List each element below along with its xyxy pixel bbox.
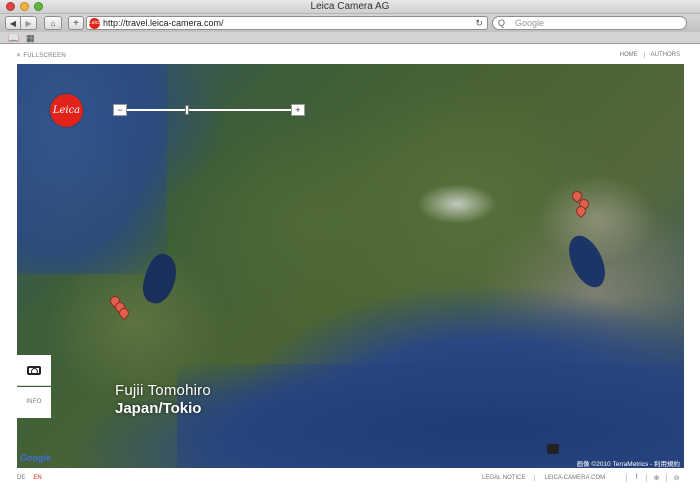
share-icon[interactable]: ⊕ bbox=[646, 474, 666, 482]
window-titlebar: Leica Camera AG bbox=[0, 0, 700, 14]
side-panel: INFO bbox=[17, 355, 51, 418]
page-footer: DE EN LEGAL NOTICE LEICA-CAMERA.COM f ⊕ … bbox=[0, 469, 700, 495]
search-input[interactable]: Q Google bbox=[492, 16, 687, 30]
top-sites-grid-icon[interactable]: ▦ bbox=[26, 33, 35, 44]
camera-button[interactable] bbox=[17, 355, 51, 386]
location-name: Japan/Tokio bbox=[115, 400, 202, 417]
leica-camera-link[interactable]: LEICA-CAMERA.COM bbox=[534, 475, 614, 481]
map-clouds bbox=[417, 184, 497, 224]
lang-de-link[interactable]: DE bbox=[17, 475, 33, 481]
search-icon: Q bbox=[498, 18, 506, 28]
top-navigation: HOME AUTHORS bbox=[614, 52, 686, 58]
photographer-name: Fujii Tomohiro bbox=[115, 382, 211, 399]
photographer-caption: Fujii Tomohiro Japan/Tokio bbox=[115, 382, 211, 417]
social-links: f ⊕ ⊖ bbox=[626, 474, 686, 482]
google-logo[interactable]: Google bbox=[20, 453, 51, 463]
camera-icon bbox=[27, 365, 41, 375]
satellite-map[interactable]: Leica − + INFO Fujii Tomohiro Japan/Toki… bbox=[17, 64, 684, 468]
nav-home-link[interactable]: HOME bbox=[614, 52, 644, 58]
zoom-track[interactable] bbox=[127, 109, 291, 111]
url-text: http://travel.leica-camera.com/ bbox=[103, 18, 224, 28]
fullscreen-label: FULLSCREEN bbox=[23, 53, 67, 59]
search-placeholder: Google bbox=[515, 18, 545, 28]
leica-logo[interactable]: Leica bbox=[50, 94, 83, 127]
zoom-handle[interactable] bbox=[185, 105, 189, 115]
window-title: Leica Camera AG bbox=[310, 1, 390, 12]
add-bookmark-button[interactable]: + bbox=[68, 16, 84, 30]
legal-notice-link[interactable]: LEGAL NOTICE bbox=[472, 475, 534, 481]
photo-thumbnail-icon[interactable] bbox=[547, 444, 559, 454]
zoom-slider[interactable]: − + bbox=[113, 104, 305, 116]
info-button[interactable]: INFO bbox=[17, 387, 51, 418]
back-button[interactable]: ◀ bbox=[5, 16, 21, 30]
facebook-icon[interactable]: f bbox=[626, 474, 646, 482]
map-sea-region bbox=[17, 64, 167, 274]
footer-links: LEGAL NOTICE LEICA-CAMERA.COM bbox=[472, 475, 614, 481]
nav-button-group: ◀ ▶ bbox=[5, 16, 37, 30]
zoom-in-button[interactable]: + bbox=[291, 104, 305, 116]
leica-favicon-icon: Leica bbox=[89, 18, 101, 29]
nav-authors-link[interactable]: AUTHORS bbox=[643, 52, 686, 58]
address-bar[interactable]: Leica http://travel.leica-camera.com/ ↻ bbox=[86, 16, 488, 30]
reload-icon[interactable]: ↻ bbox=[475, 17, 483, 29]
browser-toolbar: ◀ ▶ ⌂ + Leica http://travel.leica-camera… bbox=[0, 14, 700, 32]
forward-button[interactable]: ▶ bbox=[21, 16, 37, 30]
zoom-out-button[interactable]: − bbox=[113, 104, 127, 116]
page-header: ✕ FULLSCREEN HOME AUTHORS bbox=[0, 45, 700, 63]
bookmark-share-icon[interactable]: ⊖ bbox=[666, 474, 686, 482]
fullscreen-icon: ✕ bbox=[16, 53, 22, 59]
lang-en-link[interactable]: EN bbox=[33, 475, 49, 481]
bookmarks-bar: 📖 ▦ bbox=[0, 32, 700, 44]
map-credit[interactable]: 画像 ©2010 TerraMetrics - 利用規約 bbox=[577, 458, 680, 468]
map-ocean-region bbox=[177, 364, 684, 468]
fullscreen-link[interactable]: ✕ FULLSCREEN bbox=[16, 52, 66, 59]
language-switcher: DE EN bbox=[17, 475, 50, 481]
home-button[interactable]: ⌂ bbox=[44, 16, 62, 30]
bookmarks-book-icon[interactable]: 📖 bbox=[8, 33, 19, 44]
